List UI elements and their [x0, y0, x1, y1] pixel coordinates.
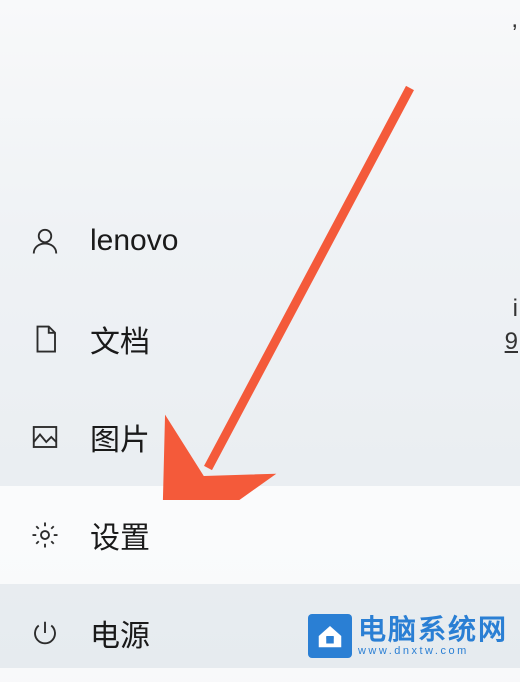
- menu-item-settings[interactable]: 设置: [0, 486, 520, 584]
- edge-text-2: i: [513, 295, 518, 323]
- menu-item-documents[interactable]: 文档: [0, 290, 520, 388]
- watermark-house-icon: [308, 614, 352, 658]
- power-icon: [28, 616, 62, 650]
- menu-label-pictures: 图片: [90, 415, 150, 459]
- menu-item-user[interactable]: lenovo: [0, 192, 520, 290]
- document-icon: [28, 322, 62, 356]
- watermark-text: 电脑系统网 www.dnxtw.com: [358, 616, 508, 657]
- watermark: 电脑系统网 www.dnxtw.com: [308, 614, 508, 658]
- menu-label-user: lenovo: [90, 224, 178, 258]
- user-icon: [28, 224, 62, 258]
- menu-label-documents: 文档: [90, 317, 150, 361]
- watermark-title: 电脑系统网: [358, 616, 508, 644]
- settings-icon: [28, 518, 62, 552]
- pictures-icon: [28, 420, 62, 454]
- start-menu-sidebar: lenovo 文档 图片 设置 电源: [0, 192, 520, 682]
- watermark-url: www.dnxtw.com: [358, 646, 508, 657]
- menu-label-settings: 设置: [90, 513, 150, 557]
- menu-item-pictures[interactable]: 图片: [0, 388, 520, 486]
- menu-label-power: 电源: [90, 611, 150, 655]
- edge-text-1: ,: [511, 6, 518, 34]
- edge-text-3: 9: [505, 328, 518, 356]
